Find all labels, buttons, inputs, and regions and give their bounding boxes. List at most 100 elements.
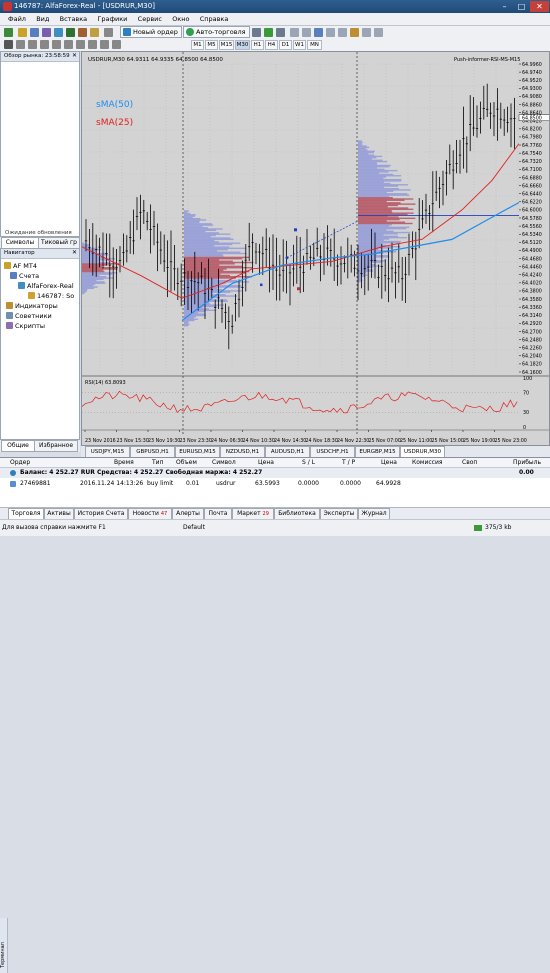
price-chart[interactable]: 64.9960 64.9740 64.9520 64.9300 64.9080 64.88…: [82, 52, 550, 446]
timeframe-m15[interactable]: M15: [219, 40, 234, 50]
balance-row[interactable]: Баланс: 4 252.27 RUR Средства: 4 252.27 …: [0, 468, 550, 478]
col-sl[interactable]: S / L: [302, 459, 315, 466]
order-id: 27469881: [20, 480, 51, 487]
volume-profile-bar: [358, 239, 384, 241]
volume-profile-bar: [184, 248, 228, 251]
nav-item-server[interactable]: AlfaForex-Real: [18, 282, 74, 290]
price-tick-label: 64.8200: [522, 127, 542, 133]
volume-profile-bar: [184, 234, 216, 237]
timeframe-d1[interactable]: D1: [279, 40, 292, 50]
text-label-icon[interactable]: [100, 40, 109, 49]
col-profit[interactable]: Прибыль: [513, 459, 541, 466]
timeframe-h4[interactable]: H4: [265, 40, 278, 50]
zoom-in-icon[interactable]: [290, 28, 299, 37]
nav-item-account[interactable]: 146787: So: [28, 292, 74, 300]
title-bar: 146787: AlfaForex-Real - [USDRUR,M30] – …: [0, 0, 550, 13]
maximize-button[interactable]: □: [513, 1, 530, 12]
menu-view[interactable]: Вид: [36, 15, 49, 23]
chart-window[interactable]: 64.9960 64.9740 64.9520 64.9300 64.9080 64.88…: [81, 51, 550, 446]
menu-help[interactable]: Справка: [200, 15, 229, 23]
nav-item-experts[interactable]: Советники: [6, 312, 52, 320]
timeframe-m5[interactable]: M5: [205, 40, 218, 50]
trendline-icon[interactable]: [52, 40, 61, 49]
nav-item-terminal[interactable]: AF MT4: [4, 262, 37, 270]
col-symbol[interactable]: Символ: [212, 459, 236, 466]
bar-chart-icon[interactable]: [252, 28, 261, 37]
tile-windows-icon[interactable]: [314, 28, 323, 37]
autoscroll-icon[interactable]: [326, 28, 335, 37]
timeframe-mn[interactable]: MN: [307, 40, 322, 50]
horizontal-line-icon[interactable]: [40, 40, 49, 49]
terminal-icon[interactable]: [66, 28, 75, 37]
tab-favorites[interactable]: Избранное: [34, 440, 78, 452]
market-watch-close-icon[interactable]: ✕: [72, 52, 77, 59]
tab-general[interactable]: Общие: [1, 440, 35, 452]
order-tp: 0.0000: [340, 480, 361, 487]
order-symbol: usdrur: [216, 480, 236, 487]
volume-profile-bar: [82, 285, 94, 287]
order-icon: [10, 481, 16, 487]
new-chart-icon[interactable]: [4, 28, 13, 37]
candlestick-icon[interactable]: [264, 28, 273, 37]
col-type[interactable]: Тип: [152, 459, 164, 466]
navigator-close-icon[interactable]: ✕: [72, 249, 77, 256]
close-button[interactable]: ✕: [530, 1, 549, 12]
volume-profile-bar: [184, 212, 191, 215]
col-volume[interactable]: Объем: [176, 459, 197, 466]
volume-profile-bar: [358, 168, 385, 171]
menu-charts[interactable]: Графики: [97, 15, 127, 23]
line-chart-icon[interactable]: [276, 28, 285, 37]
equidistant-channel-icon[interactable]: [64, 40, 73, 49]
volume-profile-bar: [358, 191, 387, 194]
price-tick-label: 64.8860: [522, 102, 542, 108]
menu-window[interactable]: Окно: [172, 15, 189, 23]
menu-file[interactable]: Файл: [8, 15, 26, 23]
periods-icon[interactable]: [362, 28, 371, 37]
timeframe-w1[interactable]: W1: [293, 40, 306, 50]
minimize-button[interactable]: –: [496, 1, 513, 12]
profiles-icon[interactable]: [18, 28, 27, 37]
nav-item-scripts[interactable]: Скрипты: [6, 322, 45, 330]
arrows-icon[interactable]: [112, 40, 121, 49]
market-badge: 29: [262, 511, 269, 517]
menu-tools[interactable]: Сервис: [138, 15, 162, 23]
timeframe-m30[interactable]: M30: [235, 40, 250, 50]
data-window-icon[interactable]: [42, 28, 51, 37]
new-order-button[interactable]: Новый ордер: [120, 26, 182, 38]
auto-trading-button[interactable]: Авто-торговля: [183, 26, 250, 38]
fibonacci-icon[interactable]: [76, 40, 85, 49]
price-tick-label: 64.6000: [522, 208, 542, 214]
templates-icon[interactable]: [374, 28, 383, 37]
price-tick-label: 64.5780: [522, 216, 542, 222]
menu-insert[interactable]: Вставка: [60, 15, 88, 23]
col-swap[interactable]: Своп: [462, 459, 477, 466]
order-row[interactable]: 27469881 2016.11.24 14:13:26 buy limit 0…: [0, 479, 550, 488]
price-tick-label: 64.4900: [522, 248, 542, 254]
zoom-out-icon[interactable]: [302, 28, 311, 37]
nav-item-accounts[interactable]: Счета: [10, 272, 39, 280]
col-price[interactable]: Цена: [258, 459, 274, 466]
crosshair-icon[interactable]: [16, 40, 25, 49]
options-icon[interactable]: [104, 28, 113, 37]
metaeditor-icon[interactable]: [90, 28, 99, 37]
timeframe-m1[interactable]: M1: [191, 40, 204, 50]
col-tp[interactable]: T / P: [342, 459, 355, 466]
col-cur-price[interactable]: Цена: [381, 459, 397, 466]
volume-profile-bar: [82, 292, 85, 295]
tester-icon[interactable]: [78, 28, 87, 37]
text-icon[interactable]: [88, 40, 97, 49]
navigator-icon[interactable]: [54, 28, 63, 37]
market-watch-tabs: Символы Тиковый гр: [0, 237, 80, 249]
indicators-icon[interactable]: [350, 28, 359, 37]
col-order[interactable]: Ордер: [10, 459, 30, 466]
nav-item-indicators[interactable]: Индикаторы: [6, 302, 58, 310]
chart-shift-icon[interactable]: [338, 28, 347, 37]
market-watch-icon[interactable]: [30, 28, 39, 37]
col-commission[interactable]: Комиссия: [412, 459, 442, 466]
col-time[interactable]: Время: [114, 459, 134, 466]
volume-profile-bar: [184, 218, 201, 220]
vertical-line-icon[interactable]: [28, 40, 37, 49]
timeframe-h1[interactable]: H1: [251, 40, 264, 50]
cursor-icon[interactable]: [4, 40, 13, 49]
price-tick-label: 64.7980: [522, 135, 542, 141]
